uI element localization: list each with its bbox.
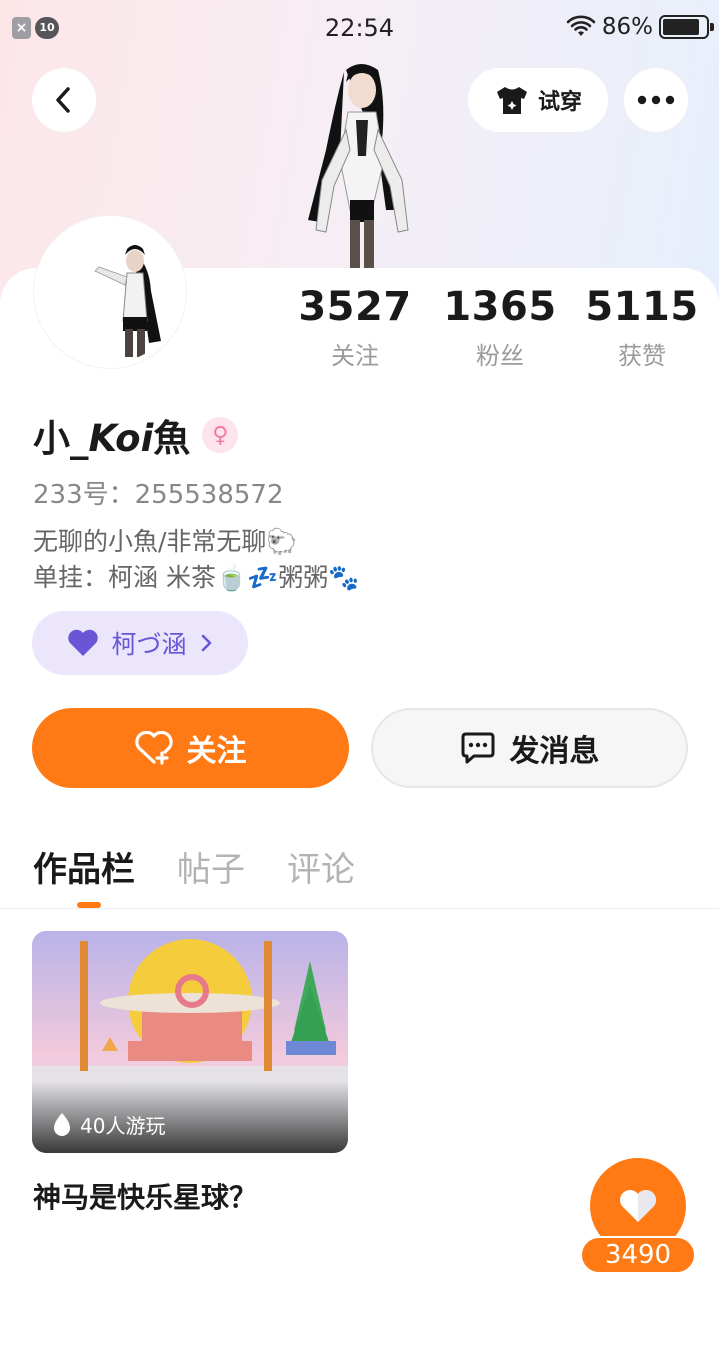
heart-icon xyxy=(68,629,99,656)
tab-comments[interactable]: 评论 xyxy=(287,842,355,891)
avatar[interactable] xyxy=(34,216,186,368)
fan-badge-label: 柯づ涵 xyxy=(111,630,187,659)
female-gender-icon: ♀ xyxy=(202,417,239,453)
heart-plus-icon xyxy=(134,731,173,765)
play-count: 40人游玩 xyxy=(52,1110,165,1139)
send-message-button[interactable]: 发消息 xyxy=(371,708,688,788)
like-count: 3490 xyxy=(580,1236,696,1274)
profile-tabs: 作品栏 帖子 评论 xyxy=(33,842,355,891)
stat-value: 3527 xyxy=(298,284,412,330)
tryon-button[interactable]: 试穿 xyxy=(468,68,608,132)
username-italic: Koi xyxy=(88,417,154,460)
battery-icon xyxy=(659,15,714,39)
username: 小_Koi魚 xyxy=(33,408,190,462)
stat-label: 粉丝 xyxy=(476,342,524,370)
tryon-label: 试穿 xyxy=(537,90,582,115)
bio-line: 无聊的小魚/非常无聊🐑 xyxy=(33,527,298,556)
status-bar: × 10 22:54 86% xyxy=(0,0,719,58)
send-message-label: 发消息 xyxy=(509,734,600,769)
tshirt-icon xyxy=(496,87,527,114)
user-bio: 无聊的小魚/非常无聊🐑 单挂：柯涵 米茶🍵💤粥粥🐾 xyxy=(33,524,359,596)
stat-following[interactable]: 3527 关注 xyxy=(285,284,425,371)
stat-label: 获赞 xyxy=(618,342,666,370)
work-card[interactable]: 40人游玩 xyxy=(32,931,348,1153)
username-prefix: 小_ xyxy=(33,417,89,460)
stat-likes[interactable]: 5115 获赞 xyxy=(572,284,712,371)
stat-value: 5115 xyxy=(585,284,699,330)
stat-fans[interactable]: 1365 粉丝 xyxy=(430,284,570,371)
follow-button[interactable]: 关注 xyxy=(32,708,349,788)
flame-icon xyxy=(54,1112,70,1136)
tab-works[interactable]: 作品栏 xyxy=(33,842,135,891)
username-suffix: 魚 xyxy=(153,417,191,460)
chevron-left-icon xyxy=(56,87,70,113)
battery-level xyxy=(663,19,700,35)
stat-value: 1365 xyxy=(443,284,557,330)
follow-label: 关注 xyxy=(186,734,247,769)
tabs-divider xyxy=(0,908,719,909)
battery-percent: 86% xyxy=(601,14,653,40)
user-id[interactable]: 233号：255538572 xyxy=(33,474,284,511)
more-options-button[interactable] xyxy=(624,68,688,132)
wifi-icon xyxy=(566,15,596,36)
work-title[interactable]: 神马是快乐星球？ xyxy=(33,1176,257,1216)
tab-posts[interactable]: 帖子 xyxy=(177,842,245,891)
more-dots-icon xyxy=(637,95,675,105)
bio-line: 单挂：柯涵 米茶🍵💤粥粥🐾 xyxy=(33,563,360,592)
back-button[interactable] xyxy=(32,68,96,132)
fan-group-badge[interactable]: 柯づ涵 xyxy=(32,611,248,675)
stat-label: 关注 xyxy=(331,342,379,370)
heart-icon xyxy=(620,1190,656,1222)
chevron-right-icon xyxy=(201,634,211,652)
play-count-label: 40人游玩 xyxy=(80,1114,166,1138)
status-right: 86% xyxy=(566,14,714,40)
character-3d-model xyxy=(308,64,409,268)
avatar-character-image xyxy=(39,221,181,363)
chat-bubble-icon xyxy=(461,732,494,764)
username-row: 小_Koi魚 ♀ xyxy=(33,408,239,462)
